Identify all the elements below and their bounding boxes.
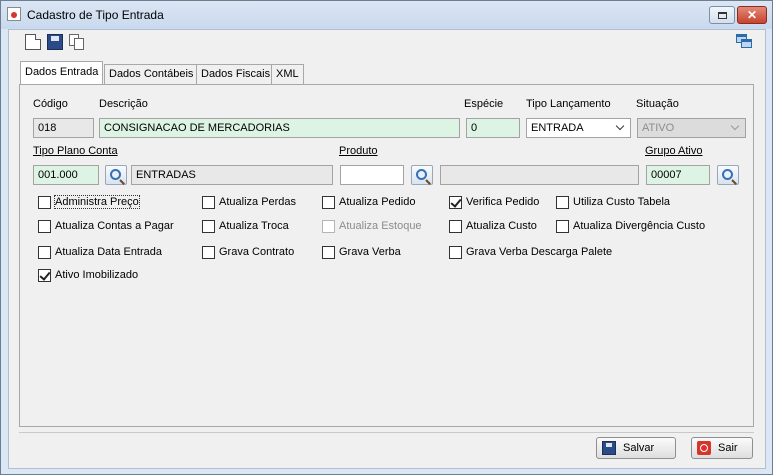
save-disk-icon xyxy=(602,441,616,455)
checkbox-label: Verifica Pedido xyxy=(466,196,540,208)
checkbox-box[interactable] xyxy=(38,246,51,259)
checkbox-label: Atualiza Custo xyxy=(466,220,537,232)
tipo-lancamento-value: ENTRADA xyxy=(531,122,584,134)
produto-lookup-button[interactable] xyxy=(411,165,433,185)
tipo-plano-conta-description-field: ENTRADAS xyxy=(131,165,333,185)
tipo-plano-conta-label[interactable]: Tipo Plano Conta xyxy=(33,145,118,157)
checkbox-label: Atualiza Troca xyxy=(219,220,289,232)
produto-label[interactable]: Produto xyxy=(339,145,378,157)
close-button[interactable]: ✕ xyxy=(737,6,767,24)
new-document-icon[interactable] xyxy=(25,34,41,50)
codigo-label: Código xyxy=(33,98,68,110)
checkbox-box[interactable] xyxy=(449,220,462,233)
checkbox-box[interactable] xyxy=(38,196,51,209)
checkbox-label: Administra Preço xyxy=(54,195,140,209)
tab-dados-entrada[interactable]: Dados Entrada xyxy=(20,61,104,85)
search-icon xyxy=(110,169,121,180)
checkbox-box[interactable] xyxy=(322,196,335,209)
search-icon xyxy=(722,169,733,180)
power-icon xyxy=(697,441,711,455)
checkbox-box[interactable] xyxy=(322,246,335,259)
descricao-label: Descrição xyxy=(99,98,148,110)
checkbox-label: Atualiza Contas a Pagar xyxy=(55,220,174,232)
java-app-icon xyxy=(7,7,21,21)
exit-button-label: Sair xyxy=(718,442,738,454)
checkbox-label: Ativo Imobilizado xyxy=(55,269,139,281)
tab-dados-contabeis[interactable]: Dados Contábeis xyxy=(104,64,199,84)
tipo-plano-conta-lookup-button[interactable] xyxy=(105,165,127,185)
checkbox-box[interactable] xyxy=(556,220,569,233)
restore-icon xyxy=(717,11,727,19)
produto-code-field[interactable] xyxy=(340,165,404,185)
chevron-down-icon xyxy=(615,121,625,131)
checkbox-label: Atualiza Perdas xyxy=(219,196,297,208)
checkbox-box[interactable] xyxy=(449,246,462,259)
chevron-down-icon xyxy=(730,121,740,131)
grupo-ativo-lookup-button[interactable] xyxy=(717,165,739,185)
checkbox-label: Atualiza Estoque xyxy=(339,220,422,232)
copy-icon[interactable] xyxy=(69,34,85,50)
checkbox-label: Atualiza Pedido xyxy=(339,196,416,208)
checkbox-box[interactable] xyxy=(38,269,51,282)
checkbox-box[interactable] xyxy=(202,196,215,209)
checkbox-box[interactable] xyxy=(556,196,569,209)
title-bar: Cadastro de Tipo Entrada ✕ xyxy=(1,1,772,29)
save-disk-icon[interactable] xyxy=(47,34,63,50)
situacao-select: ATIVO xyxy=(637,118,746,138)
footer-bar: Salvar Sair xyxy=(19,432,754,464)
checkbox-box[interactable] xyxy=(38,220,51,233)
search-icon xyxy=(416,169,427,180)
codigo-field[interactable]: 018 xyxy=(33,118,94,138)
checkbox-box xyxy=(322,220,335,233)
tab-xml[interactable]: XML xyxy=(271,64,304,84)
grupo-ativo-code-field[interactable]: 00007 xyxy=(646,165,710,185)
window-title: Cadastro de Tipo Entrada xyxy=(27,8,164,22)
tipo-lancamento-select[interactable]: ENTRADA xyxy=(526,118,631,138)
checkbox-label: Grava Verba xyxy=(339,246,401,258)
tipo-lancamento-label: Tipo Lançamento xyxy=(526,98,611,110)
descricao-field[interactable]: CONSIGNACAO DE MERCADORIAS xyxy=(99,118,460,138)
checkbox-box[interactable] xyxy=(202,246,215,259)
save-button[interactable]: Salvar xyxy=(596,437,676,459)
exit-button[interactable]: Sair xyxy=(691,437,753,459)
windows-cascade-icon[interactable] xyxy=(736,34,752,50)
grupo-ativo-label[interactable]: Grupo Ativo xyxy=(645,145,702,157)
situacao-value: ATIVO xyxy=(642,122,675,134)
checkbox-label: Atualiza Data Entrada xyxy=(55,246,163,258)
tab-dados-fiscais[interactable]: Dados Fiscais xyxy=(196,64,276,84)
client-area: Dados Entrada Dados Contábeis Dados Fisc… xyxy=(8,29,766,469)
checkbox-box[interactable] xyxy=(202,220,215,233)
produto-description-field xyxy=(440,165,639,185)
tipo-plano-conta-code-field[interactable]: 001.000 xyxy=(33,165,99,185)
restore-button[interactable] xyxy=(709,6,735,24)
app-window: Cadastro de Tipo Entrada ✕ Dados Entrada… xyxy=(0,0,773,475)
especie-label: Espécie xyxy=(464,98,504,110)
tab-panel-dados-entrada: Código Descrição Espécie Tipo Lançamento… xyxy=(19,84,754,427)
checkbox-label: Grava Verba Descarga Palete xyxy=(466,246,613,258)
situacao-label: Situação xyxy=(636,98,679,110)
checkbox-box[interactable] xyxy=(449,196,462,209)
close-icon: ✕ xyxy=(746,8,758,22)
checkbox-label: Grava Contrato xyxy=(219,246,295,258)
checkbox-label: Utiliza Custo Tabela xyxy=(573,196,671,208)
save-button-label: Salvar xyxy=(623,442,655,454)
especie-field[interactable]: 0 xyxy=(466,118,520,138)
checkbox-label: Atualiza Divergência Custo xyxy=(573,220,706,232)
